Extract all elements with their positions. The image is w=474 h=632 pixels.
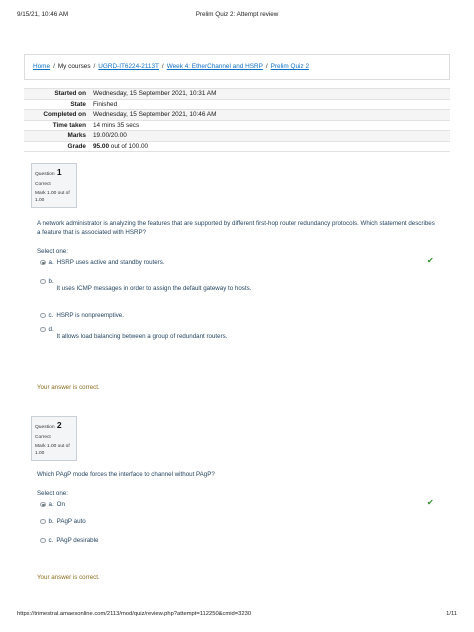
summary-label: State xyxy=(70,100,86,108)
summary-label: Grade xyxy=(67,142,86,150)
option-body: b. It uses ICMP messages in order to ass… xyxy=(49,278,252,292)
option-letter: d. xyxy=(48,326,54,333)
question-info-box: Question 1 Correct Mark 1.00 out of 1.00 xyxy=(31,163,77,209)
print-title: Prelim Quiz 2: Attempt review xyxy=(195,11,279,18)
option-text: HSRP uses active and standby routers. xyxy=(56,259,165,266)
breadcrumb-separator: / xyxy=(265,63,268,70)
answer-option[interactable]: b. PAgP auto xyxy=(40,518,86,525)
option-text: HSRP is nonpreemptive. xyxy=(56,312,124,319)
radio-button[interactable] xyxy=(40,278,46,284)
question-number: 1 xyxy=(56,167,62,177)
summary-row: Started on Wednesday, 15 September 2021,… xyxy=(24,89,450,100)
question-word: Question xyxy=(35,172,55,177)
question-mark: Mark 1.00 out of 1.00 xyxy=(35,191,70,203)
question-text: Which PAgP mode forces the interface to … xyxy=(37,471,215,478)
option-body: d. It allows load balancing between a gr… xyxy=(49,326,228,340)
breadcrumb: Home / My courses / UGRD-IT6224-2113T / Week 4… xyxy=(24,54,450,80)
breadcrumb-week-link[interactable]: Week 4: EtherChannel and HSRP xyxy=(167,63,263,70)
breadcrumb-quiz-link[interactable]: Prelim Quiz 2 xyxy=(271,63,309,70)
summary-value: 19.00/20.00 xyxy=(93,132,127,140)
attempt-summary-table: Started on Wednesday, 15 September 2021,… xyxy=(24,88,450,152)
answer-feedback: Your answer is correct. xyxy=(37,574,100,581)
question-mark: Mark 1.00 out of 1.00 xyxy=(35,444,70,456)
option-letter: b. xyxy=(48,518,54,525)
summary-value: Wednesday, 15 September 2021, 10:31 AM xyxy=(93,90,217,98)
question-status: Correct xyxy=(35,434,51,440)
print-header: 9/15/21, 10:46 AM Prelim Quiz 2: Attempt… xyxy=(17,11,457,21)
breadcrumb-my-courses: My courses xyxy=(57,63,91,70)
radio-button[interactable] xyxy=(40,518,46,524)
select-one-label: Select one: xyxy=(37,248,68,255)
answer-option[interactable]: b. It uses ICMP messages in order to ass… xyxy=(40,278,251,292)
breadcrumb-course-link[interactable]: UGRD-IT6224-2113T xyxy=(98,63,159,70)
option-letter: a. xyxy=(48,501,54,508)
question-text: A network administrator is analyzing the… xyxy=(37,220,435,236)
summary-row: Marks 19.00/20.00 xyxy=(24,131,450,142)
select-one-label: Select one: xyxy=(37,490,68,497)
summary-row: State Finished xyxy=(24,100,450,110)
question-status: Correct xyxy=(35,181,51,187)
radio-button[interactable] xyxy=(40,501,46,507)
summary-label: Time taken xyxy=(52,121,86,129)
summary-value: 95.00 out of 100.00 xyxy=(91,143,148,150)
summary-value: 14 mins 35 secs xyxy=(93,121,140,129)
option-text: PAgP auto xyxy=(56,518,86,525)
summary-value: Finished xyxy=(93,100,118,108)
summary-label: Marks xyxy=(67,132,86,140)
breadcrumb-separator: / xyxy=(53,63,55,70)
summary-label: Started on xyxy=(54,90,86,98)
option-letter: c. xyxy=(48,537,54,544)
answer-option[interactable]: c. PAgP desirable xyxy=(40,537,98,544)
summary-row: Grade 95.00 out of 100.00 xyxy=(24,142,450,152)
radio-button[interactable] xyxy=(40,312,46,318)
radio-button[interactable] xyxy=(40,326,46,332)
print-page-number: 1/11 xyxy=(446,611,457,617)
breadcrumb-separator: / xyxy=(161,63,164,70)
breadcrumb-separator: / xyxy=(93,63,96,70)
summary-label: Completed on xyxy=(43,111,86,119)
grade-out-of: out of 100.00 xyxy=(109,142,149,150)
option-text: It allows load balancing between a group… xyxy=(56,333,228,340)
option-text: PAgP desirable xyxy=(56,537,99,544)
grade-value: 95.00 xyxy=(93,142,109,150)
question-info-box: Question 2 Correct Mark 1.00 out of 1.00 xyxy=(31,416,77,462)
answer-feedback: Your answer is correct. xyxy=(37,384,100,391)
radio-button[interactable] xyxy=(40,259,46,265)
question-word: Question xyxy=(35,425,55,430)
correct-check-icon: ✔ xyxy=(427,256,434,265)
radio-button[interactable] xyxy=(40,537,46,543)
option-letter: c. xyxy=(48,312,54,319)
print-footer: https://trimestral.amaesonline.com/2113/… xyxy=(17,611,457,621)
option-text: On xyxy=(56,501,65,508)
summary-row: Time taken 14 mins 35 secs xyxy=(24,121,450,131)
summary-row: Completed on Wednesday, 15 September 202… xyxy=(24,110,450,121)
question-number: 2 xyxy=(56,420,62,430)
option-letter: b. xyxy=(48,278,54,285)
option-letter: a. xyxy=(48,259,54,266)
answer-option[interactable]: d. It allows load balancing between a gr… xyxy=(40,326,227,340)
answer-option[interactable]: a. On xyxy=(40,501,65,508)
answer-option[interactable]: c. HSRP is nonpreemptive. xyxy=(40,312,124,319)
option-text: It uses ICMP messages in order to assign… xyxy=(56,285,252,292)
correct-check-icon: ✔ xyxy=(427,498,434,507)
summary-value: Wednesday, 15 September 2021, 10:46 AM xyxy=(93,111,217,119)
print-url: https://trimestral.amaesonline.com/2113/… xyxy=(17,611,252,617)
breadcrumb-home-link[interactable]: Home xyxy=(33,63,50,70)
answer-option[interactable]: a. HSRP uses active and standby routers. xyxy=(40,259,165,266)
